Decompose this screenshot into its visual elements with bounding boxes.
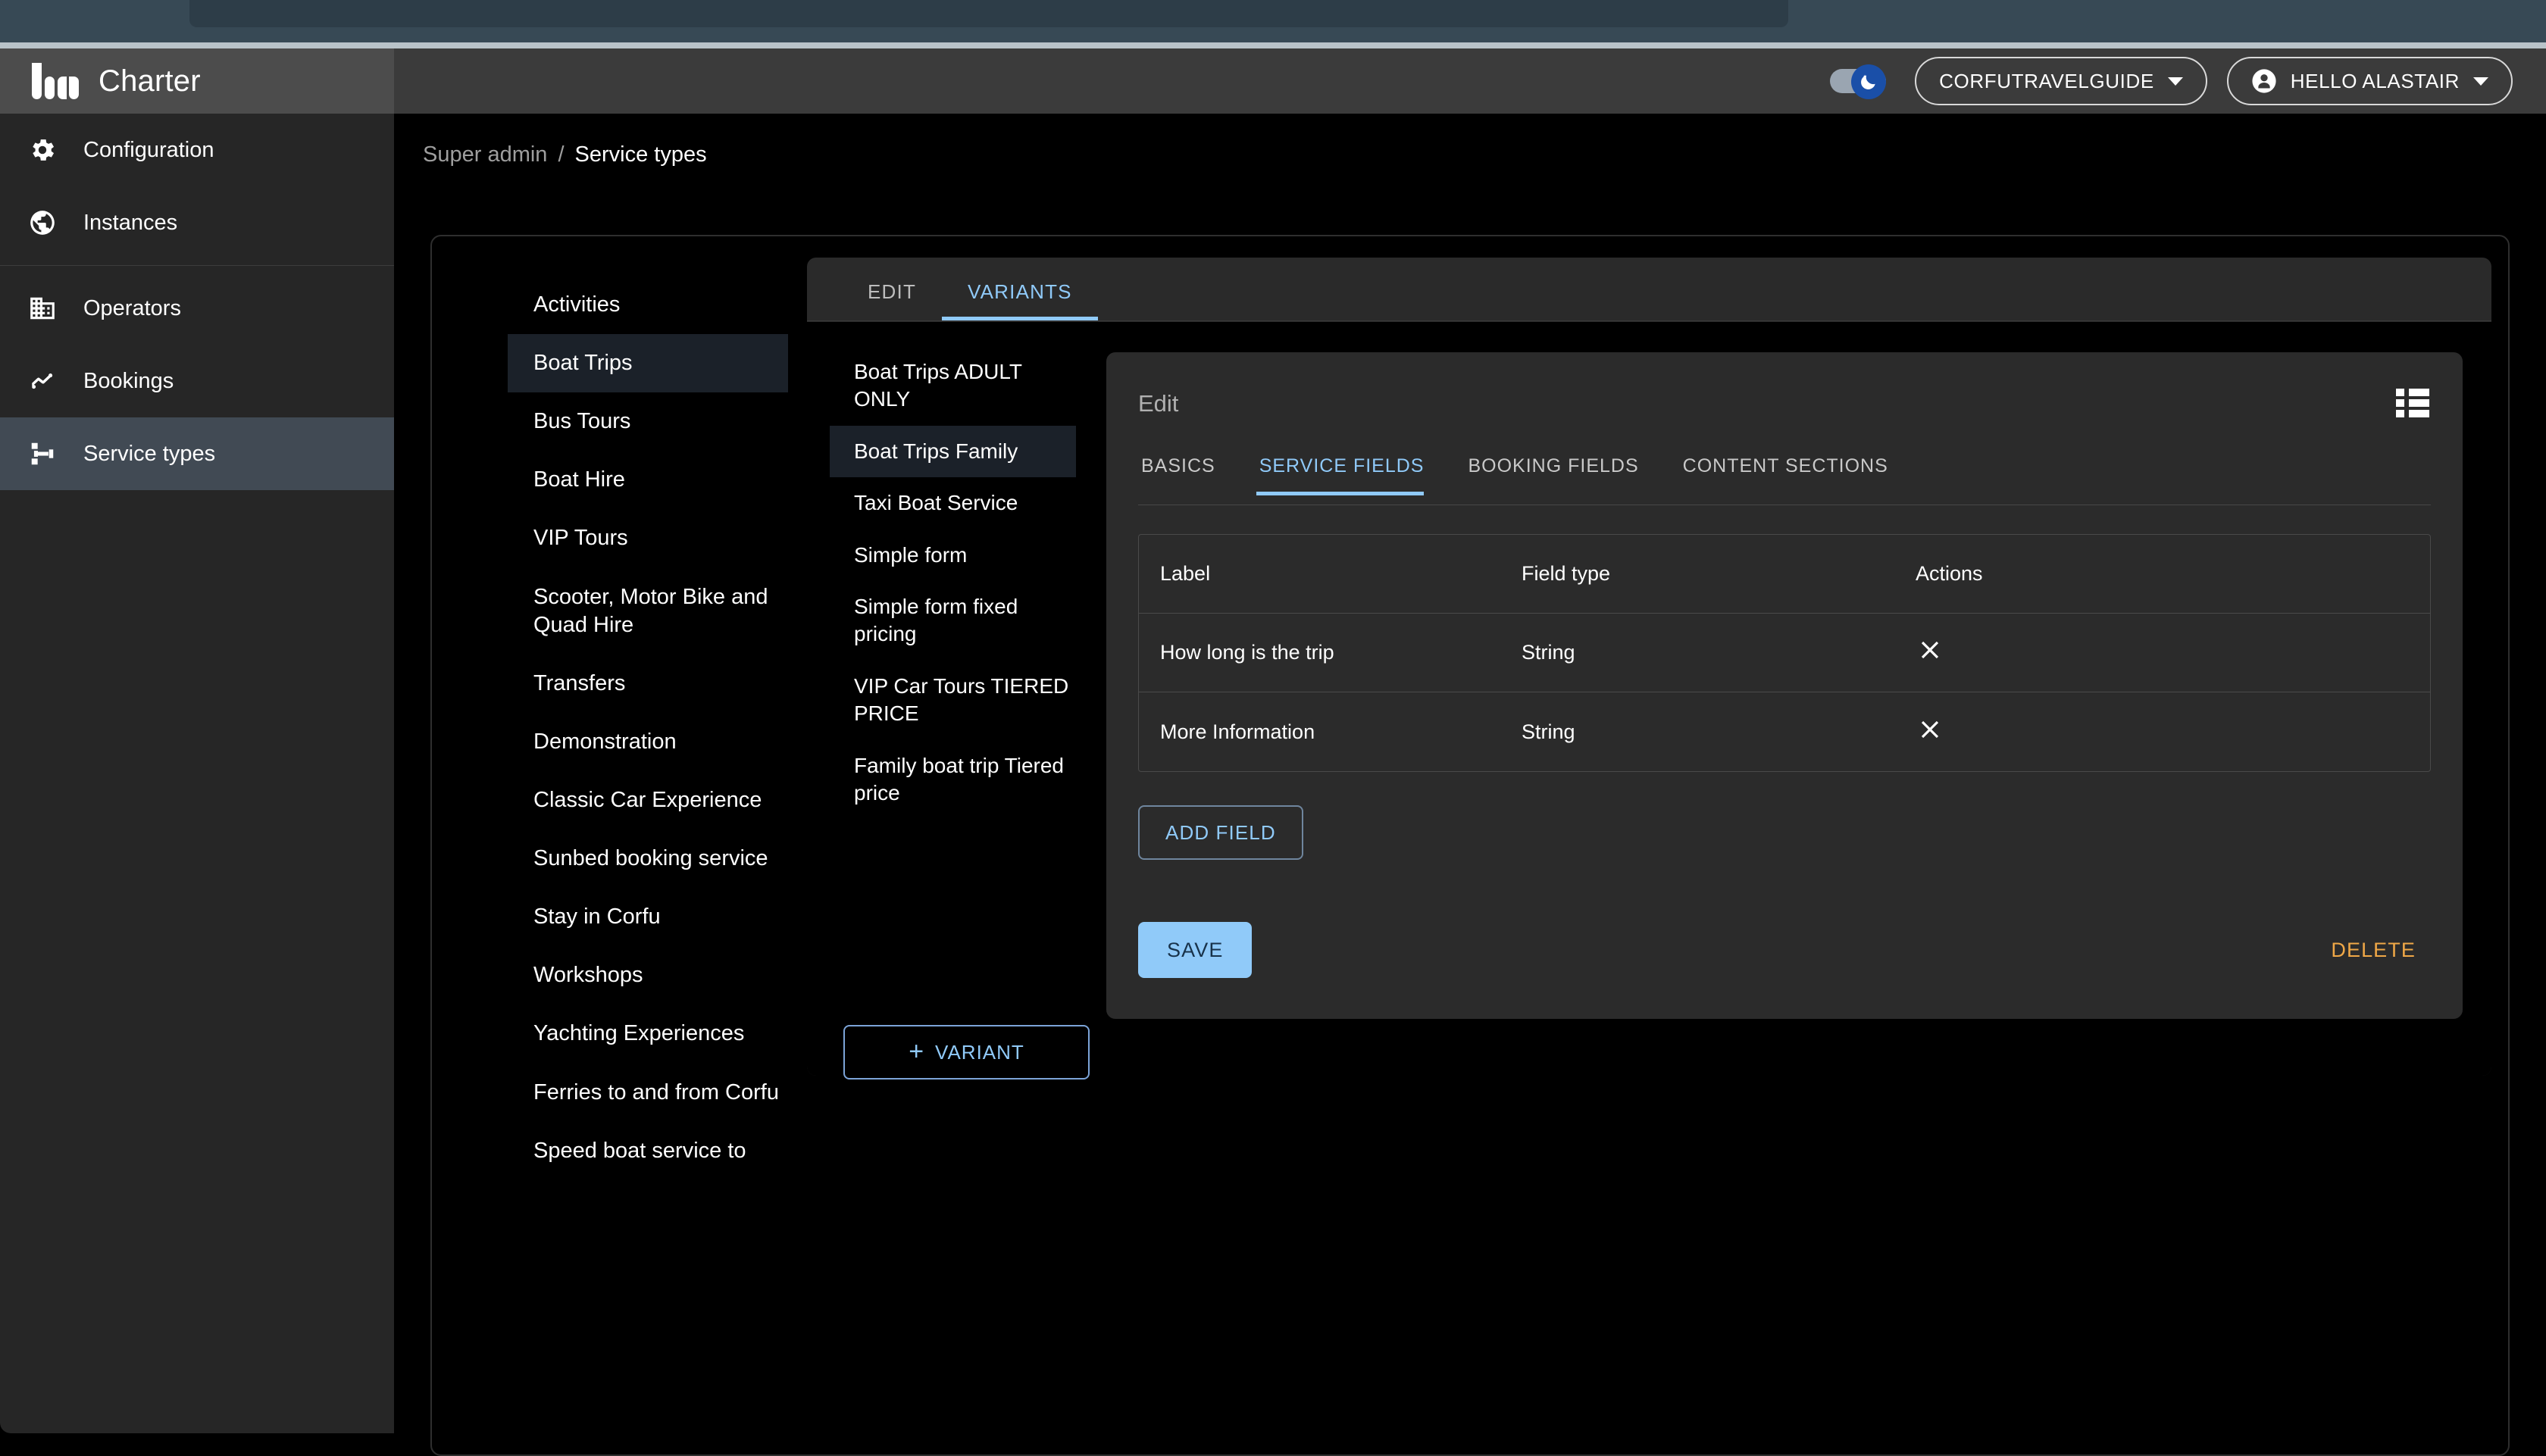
cell-label: How long is the trip: [1139, 641, 1522, 664]
sidebar-item-label: Service types: [83, 442, 215, 467]
add-variant-label: VARIANT: [935, 1041, 1024, 1064]
edit-tab-bar: BASICS SERVICE FIELDS BOOKING FIELDS CON…: [1138, 448, 2431, 505]
chevron-down-icon: [2473, 77, 2488, 86]
variant-list-item[interactable]: Simple form: [830, 530, 1076, 581]
browser-chrome-divider: [0, 42, 2546, 48]
cell-actions: [1916, 636, 2430, 670]
table-row: More InformationString: [1139, 692, 2430, 771]
plus-icon: +: [909, 1042, 924, 1062]
building-icon: [24, 294, 61, 323]
variant-list-item[interactable]: VIP Car Tours TIERED PRICE: [830, 661, 1076, 740]
service-type-item[interactable]: Yachting Experiences: [508, 1005, 788, 1063]
sidebar-item-label: Bookings: [83, 369, 174, 394]
sidebar-item-label: Operators: [83, 296, 181, 321]
breadcrumb-root-link[interactable]: Super admin: [423, 142, 547, 167]
save-button[interactable]: SAVE: [1138, 922, 1252, 978]
brand-name: Charter: [99, 64, 201, 98]
sidebar-item-service-types[interactable]: Service types: [0, 417, 394, 490]
service-type-item[interactable]: Workshops: [508, 946, 788, 1005]
service-type-item[interactable]: VIP Tours: [508, 509, 788, 567]
chevron-down-icon: [2168, 77, 2183, 86]
service-type-item[interactable]: Ferries to and from Corfu: [508, 1064, 788, 1122]
edit-card-title: Edit: [1138, 390, 1178, 417]
variants-card: EDIT VARIANTS Boat Trips ADULT ONLYBoat …: [807, 258, 2491, 1076]
trend-line-icon: [24, 367, 61, 395]
column-header-label: Label: [1139, 562, 1522, 586]
service-type-item[interactable]: Stay in Corfu: [508, 888, 788, 946]
breadcrumb-current: Service types: [575, 142, 707, 167]
close-icon[interactable]: [1916, 636, 1944, 664]
variant-list-item[interactable]: Boat Trips ADULT ONLY: [830, 346, 1076, 426]
sidebar-item-instances[interactable]: Instances: [0, 186, 394, 259]
add-field-button[interactable]: ADD FIELD: [1138, 805, 1303, 860]
tenant-label: CORFUTRAVELGUIDE: [1939, 70, 2154, 93]
variant-list-item[interactable]: Taxi Boat Service: [830, 477, 1076, 529]
main-content: Super admin / Service types ActivitiesBo…: [394, 114, 2546, 1433]
delete-button[interactable]: DELETE: [2316, 922, 2431, 978]
breadcrumb: Super admin / Service types: [394, 114, 2546, 167]
variants-tab-bar: EDIT VARIANTS: [807, 258, 2491, 321]
sidebar-item-label: Instances: [83, 211, 177, 236]
browser-tab-strip[interactable]: [189, 0, 1788, 27]
service-type-item[interactable]: Transfers: [508, 655, 788, 713]
add-variant-button[interactable]: + VARIANT: [843, 1025, 1090, 1080]
cell-label: More Information: [1139, 720, 1522, 744]
service-type-item[interactable]: Boat Hire: [508, 451, 788, 509]
tab-content-sections[interactable]: CONTENT SECTIONS: [1680, 448, 1908, 495]
service-type-item[interactable]: Bus Tours: [508, 392, 788, 451]
service-type-item[interactable]: Demonstration: [508, 713, 788, 771]
cell-field-type: String: [1522, 641, 1916, 664]
browser-chrome-bar: [0, 0, 2546, 42]
table-header-row: Label Field type Actions: [1139, 535, 2430, 614]
variant-list-item[interactable]: Family boat trip Tiered price: [830, 740, 1076, 820]
service-type-item[interactable]: Activities: [508, 276, 788, 334]
dark-mode-moon-icon: [1859, 72, 1878, 92]
cell-field-type: String: [1522, 720, 1916, 744]
service-type-item[interactable]: Classic Car Experience: [508, 771, 788, 830]
service-type-item[interactable]: Sunbed booking service: [508, 830, 788, 888]
cell-actions: [1916, 715, 2430, 749]
variant-list-item[interactable]: Simple form fixed pricing: [830, 581, 1076, 661]
service-type-item[interactable]: Speed boat service to: [508, 1122, 788, 1180]
breadcrumb-separator: /: [558, 142, 564, 167]
brand-area: Charter: [0, 48, 394, 114]
column-header-actions: Actions: [1916, 562, 2430, 586]
tab-service-fields[interactable]: SERVICE FIELDS: [1256, 448, 1444, 495]
variants-body: Boat Trips ADULT ONLYBoat Trips FamilyTa…: [807, 322, 2491, 1076]
variant-edit-card: Edit BASICS SERVICE FIELDS BOOKING FIELD…: [1106, 352, 2463, 1019]
sidebar-item-configuration[interactable]: Configuration: [0, 114, 394, 186]
service-types-card: ActivitiesBoat TripsBus ToursBoat HireVI…: [430, 235, 2510, 1456]
header-actions: CORFUTRAVELGUIDE HELLO ALASTAIR: [1825, 57, 2546, 105]
service-type-item[interactable]: Scooter, Motor Bike and Quad Hire: [508, 568, 788, 655]
column-header-field-type: Field type: [1522, 562, 1916, 586]
globe-icon: [24, 208, 61, 237]
sidebar-item-operators[interactable]: Operators: [0, 272, 394, 345]
toggle-thumb: [1851, 64, 1886, 99]
service-type-item[interactable]: Boat Trips: [508, 334, 788, 392]
schema-icon: [24, 439, 61, 468]
dark-mode-toggle[interactable]: [1825, 63, 1895, 99]
gear-icon: [24, 136, 61, 164]
view-list-icon[interactable]: [2396, 389, 2429, 417]
tenant-selector[interactable]: CORFUTRAVELGUIDE: [1915, 57, 2207, 105]
account-circle-icon: [2251, 68, 2277, 94]
sidebar-item-label: Configuration: [83, 138, 214, 163]
service-type-list: ActivitiesBoat TripsBus ToursBoat HireVI…: [508, 276, 788, 1454]
charter-bars-logo-icon: [32, 63, 79, 99]
variant-list-item[interactable]: Boat Trips Family: [830, 426, 1076, 477]
main-sidebar: Configuration Instances Operators Bookin…: [0, 114, 394, 1433]
variant-list: Boat Trips ADULT ONLYBoat Trips FamilyTa…: [830, 346, 1076, 819]
sidebar-divider: [0, 265, 394, 266]
service-fields-table: Label Field type Actions How long is the…: [1138, 534, 2431, 772]
tab-variants[interactable]: VARIANTS: [942, 280, 1098, 320]
user-label: HELLO ALASTAIR: [2291, 70, 2460, 93]
table-row: How long is the tripString: [1139, 614, 2430, 692]
tab-basics[interactable]: BASICS: [1138, 448, 1235, 495]
sidebar-item-bookings[interactable]: Bookings: [0, 345, 394, 417]
tab-booking-fields[interactable]: BOOKING FIELDS: [1465, 448, 1658, 495]
close-icon[interactable]: [1916, 715, 1944, 744]
tab-edit[interactable]: EDIT: [842, 280, 942, 320]
user-menu[interactable]: HELLO ALASTAIR: [2227, 57, 2513, 105]
